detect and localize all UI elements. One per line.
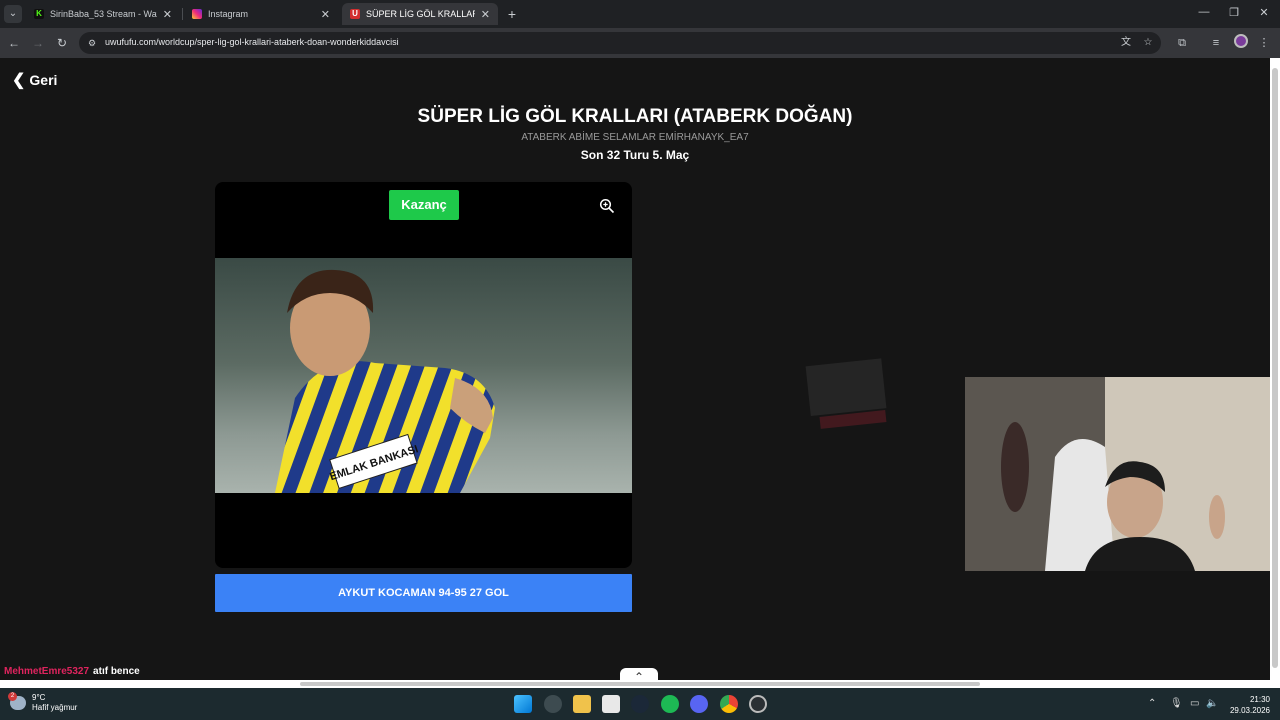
uwufufu-icon: U xyxy=(350,9,360,19)
url-text[interactable]: uwufufu.com/worldcup/sper-lig-gol-kralla… xyxy=(105,37,399,47)
chevron-left-icon: ❮ xyxy=(12,72,26,89)
steam-icon[interactable] xyxy=(631,695,649,713)
minimize-icon[interactable]: — xyxy=(1196,6,1212,18)
clock-date: 29.03.2026 xyxy=(1229,706,1270,715)
chat-message: MehmetEmre5327 atıf bence xyxy=(4,666,140,677)
zoom-in-icon[interactable] xyxy=(599,198,615,214)
translate-icon[interactable]: 文 xyxy=(1119,36,1133,50)
taskbar: 2 9°C Hafif yağmur ⌃ 🎙 ▭ 🔈 21:30 29.03.2… xyxy=(0,688,1280,720)
streamer-webcam xyxy=(965,377,1270,571)
player-illustration: EMLAK BANKASI xyxy=(275,269,495,493)
rain-cloud-icon: 2 xyxy=(8,692,26,710)
store-icon[interactable] xyxy=(602,695,620,713)
page-subtitle: ATABERK ABİME SELAMLAR EMİRHANAYK_EA7 xyxy=(521,132,749,143)
microphone-icon[interactable]: 🎙 xyxy=(1170,698,1183,709)
tab-kick[interactable]: K SirinBaba_53 Stream - Watch Li ✕ xyxy=(26,3,180,25)
instagram-icon xyxy=(192,9,202,19)
tab-strip: ⌄ K SirinBaba_53 Stream - Watch Li ✕ Ins… xyxy=(0,0,1280,28)
horizontal-scrollbar[interactable] xyxy=(0,680,1280,688)
restore-icon[interactable]: ❐ xyxy=(1226,6,1242,19)
candidate-card[interactable]: Kazanç EMLAK BANKASI xyxy=(215,182,632,568)
scrollbar-thumb[interactable] xyxy=(1272,68,1278,668)
weather-temp: 9°C xyxy=(32,693,46,702)
chevron-up-tray-icon[interactable]: ⌃ xyxy=(1148,698,1156,709)
network-icon[interactable]: ▭ xyxy=(1190,698,1199,709)
page-content: ❮ Geri SÜPER LİG GÖL KRALLARI (ATABERK D… xyxy=(0,58,1270,680)
close-window-icon[interactable]: ✕ xyxy=(1256,6,1272,19)
close-icon[interactable]: ✕ xyxy=(163,8,172,21)
tab-divider xyxy=(182,8,183,20)
choice-button[interactable]: AYKUT KOCAMAN 94-95 27 GOL xyxy=(215,574,632,612)
round-label: Son 32 Turu 5. Maç xyxy=(580,148,690,162)
close-icon[interactable]: ✕ xyxy=(481,8,490,21)
address-bar[interactable]: ⚙ uwufufu.com/worldcup/sper-lig-gol-kral… xyxy=(79,32,1161,54)
page-title: SÜPER LİG GÖL KRALLARI (ATABERK DOĞAN) xyxy=(417,106,853,127)
weather-widget[interactable]: 2 9°C Hafif yağmur xyxy=(8,692,78,713)
back-link[interactable]: ❮ Geri xyxy=(12,70,57,90)
tab-title: SirinBaba_53 Stream - Watch Li xyxy=(50,9,157,19)
winner-badge: Kazanç xyxy=(389,190,459,220)
extensions-icon[interactable]: ⧉ xyxy=(1174,35,1190,51)
close-icon[interactable]: ✕ xyxy=(321,8,330,21)
tab-title: SÜPER LİG GÖL KRALLARI (ATA xyxy=(366,9,475,19)
back-label: Geri xyxy=(29,72,58,88)
chat-username: MehmetEmre5327 xyxy=(4,666,90,677)
kick-icon: K xyxy=(34,9,44,19)
site-info-icon[interactable]: ⚙ xyxy=(85,36,99,50)
file-explorer-icon[interactable] xyxy=(573,695,591,713)
settings-app-icon[interactable] xyxy=(544,695,562,713)
weather-desc: Hafif yağmur xyxy=(32,703,78,712)
forward-arrow-icon[interactable]: → xyxy=(30,35,46,51)
vertical-scrollbar[interactable] xyxy=(1270,58,1280,680)
scrollbar-thumb[interactable] xyxy=(300,682,980,686)
volume-icon[interactable]: 🔈 xyxy=(1206,698,1218,709)
tab-instagram[interactable]: Instagram ✕ xyxy=(184,3,338,25)
profile-avatar[interactable] xyxy=(1234,34,1248,48)
discord-icon[interactable] xyxy=(690,695,708,713)
overlay-graphic xyxy=(805,358,887,429)
notification-badge: 2 xyxy=(8,692,17,701)
app-icon[interactable] xyxy=(749,695,767,713)
tab-title: Instagram xyxy=(208,9,249,19)
player-photo[interactable]: EMLAK BANKASI xyxy=(215,258,632,493)
tab-search-button[interactable]: ⌄ xyxy=(4,5,22,23)
clock[interactable]: 21:30 29.03.2026 xyxy=(1222,694,1270,716)
tab-uwufufu[interactable]: U SÜPER LİG GÖL KRALLARI (ATA ✕ xyxy=(342,3,498,25)
new-tab-button[interactable]: + xyxy=(505,5,519,23)
windows-start-icon[interactable] xyxy=(514,695,532,713)
browser-toolbar: ← → ↻ ⚙ uwufufu.com/worldcup/sper-lig-go… xyxy=(0,28,1280,58)
reload-icon[interactable]: ↻ xyxy=(54,35,70,51)
bookmark-star-icon[interactable]: ☆ xyxy=(1141,36,1155,50)
back-arrow-icon[interactable]: ← xyxy=(6,35,22,51)
clock-time: 21:30 xyxy=(1249,695,1270,704)
webcam-scene xyxy=(965,377,1270,571)
chat-text: atıf bence xyxy=(93,666,140,677)
menu-kebab-icon[interactable]: ⋮ xyxy=(1256,35,1272,51)
media-controls-icon[interactable]: ≡ xyxy=(1208,35,1224,51)
spotify-icon[interactable] xyxy=(661,695,679,713)
chrome-icon[interactable] xyxy=(720,695,738,713)
